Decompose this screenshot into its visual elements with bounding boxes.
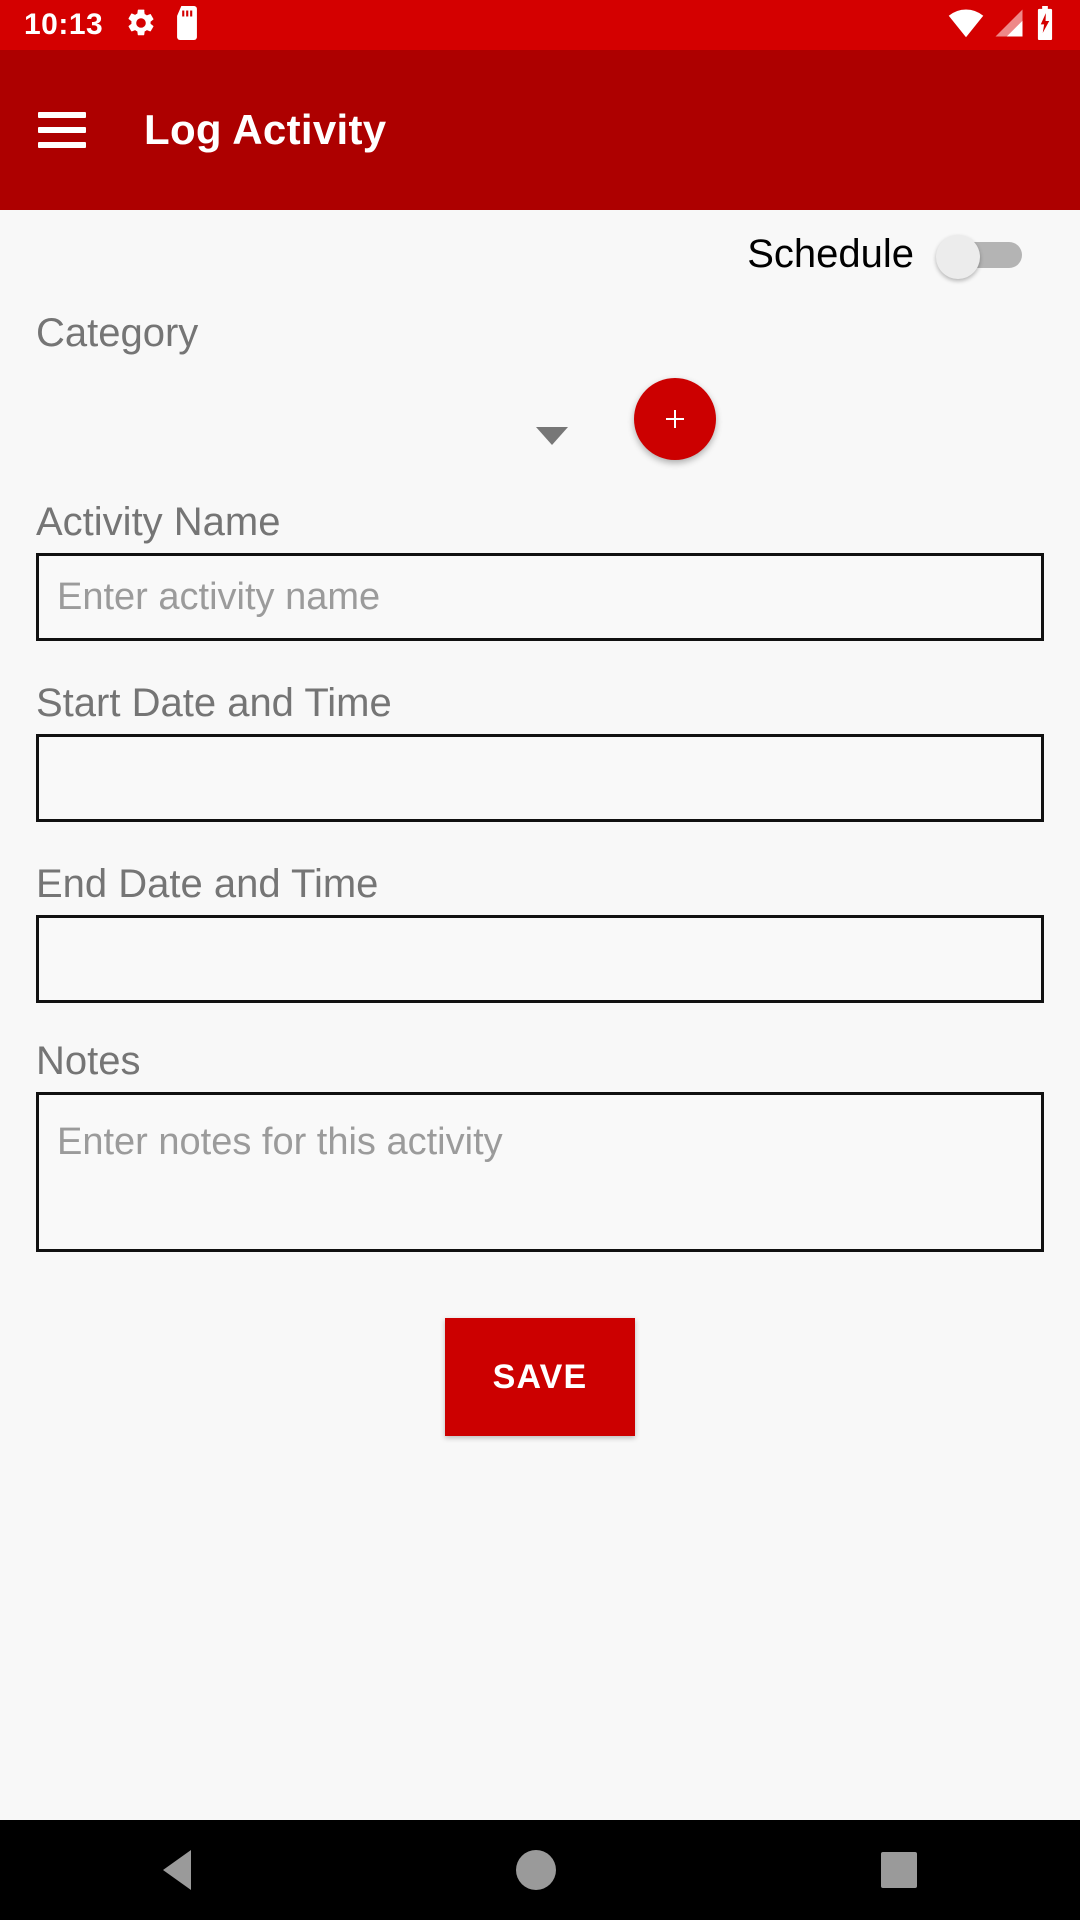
save-button[interactable]: SAVE xyxy=(445,1318,635,1436)
category-label: Category xyxy=(36,311,199,355)
recents-square-icon[interactable] xyxy=(881,1852,918,1888)
activity-name-input[interactable] xyxy=(36,553,1044,641)
sd-card-icon xyxy=(173,5,201,45)
back-triangle-icon[interactable] xyxy=(162,1850,191,1890)
end-datetime-label: End Date and Time xyxy=(36,862,379,906)
add-category-button[interactable] xyxy=(634,378,716,460)
save-button-row: SAVE xyxy=(36,1318,1044,1436)
form-content: Schedule Category Activity Name Enter ac… xyxy=(0,210,1080,1820)
plus-icon xyxy=(666,410,684,428)
wifi-icon xyxy=(948,8,984,43)
schedule-toggle-thumb xyxy=(936,234,980,279)
start-datetime-label: Start Date and Time xyxy=(36,681,392,725)
hamburger-line xyxy=(38,112,86,118)
hamburger-line xyxy=(38,142,86,148)
chevron-down-icon xyxy=(536,427,568,445)
activity-name-label: Activity Name xyxy=(36,500,281,544)
schedule-label: Schedule xyxy=(747,232,914,276)
notes-input[interactable] xyxy=(36,1092,1044,1252)
home-circle-icon[interactable] xyxy=(515,1850,556,1890)
status-bar-left-icons xyxy=(125,5,201,45)
battery-charging-icon xyxy=(1034,5,1056,45)
start-datetime-input[interactable] xyxy=(36,734,1044,822)
notes-block: Notes xyxy=(36,1039,1044,1252)
activity-name-block: Activity Name xyxy=(36,500,1044,641)
category-row xyxy=(36,378,1044,460)
schedule-row: Schedule xyxy=(36,210,1044,279)
notes-label: Notes xyxy=(36,1039,141,1083)
schedule-toggle[interactable] xyxy=(936,234,1022,279)
page-title: Log Activity xyxy=(144,106,387,153)
status-bar-right-icons xyxy=(948,5,1056,45)
end-datetime-input[interactable] xyxy=(36,915,1044,1003)
hamburger-menu-icon[interactable] xyxy=(38,112,86,148)
cellular-signal-icon xyxy=(992,8,1026,43)
status-bar: 10:13 xyxy=(0,0,1080,50)
status-bar-clock: 10:13 xyxy=(24,8,104,41)
phone-screen: 10:13 Log Activity Schedule Category Act… xyxy=(0,0,1080,1920)
end-datetime-block: End Date and Time xyxy=(36,862,1044,1003)
category-dropdown[interactable] xyxy=(38,387,568,451)
gear-icon xyxy=(125,7,157,44)
app-bar: Log Activity xyxy=(0,50,1080,210)
start-datetime-block: Start Date and Time xyxy=(36,681,1044,822)
android-navigation-bar xyxy=(0,1820,1080,1920)
category-block: Category xyxy=(36,311,1044,460)
hamburger-line xyxy=(38,127,86,133)
